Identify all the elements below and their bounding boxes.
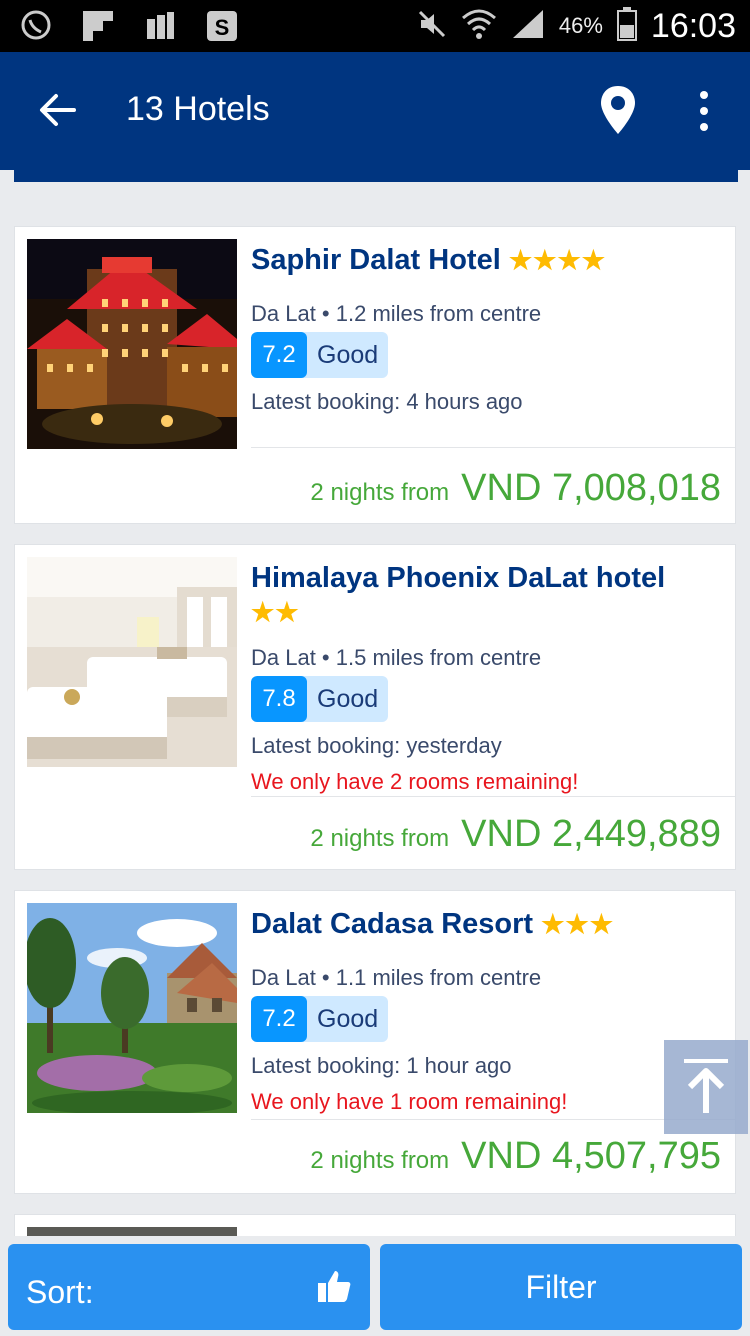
price-row: 2 nights from VND 2,449,889: [310, 813, 721, 856]
status-bar: S 46% 16:03: [0, 0, 750, 52]
divider: [251, 796, 735, 797]
battery-icon: [616, 6, 637, 46]
star-rating: ★★★★: [508, 245, 607, 275]
score-label: Good: [317, 684, 379, 713]
star-rating: ★★★: [541, 909, 615, 939]
back-arrow-icon[interactable]: [36, 88, 80, 132]
header-strip: [14, 170, 738, 182]
filter-button[interactable]: Filter: [380, 1244, 742, 1330]
battery-percent: 46%: [558, 13, 603, 38]
hotel-distance: Da Lat • 1.2 miles from centre: [251, 301, 542, 326]
hotel-photo[interactable]: [27, 557, 237, 767]
review-score: 7.2 Good: [251, 332, 389, 378]
price-prefix: 2 nights from: [310, 479, 450, 506]
hotel-photo[interactable]: [27, 903, 237, 1113]
latest-booking: Latest booking: 1 hour ago: [251, 1053, 512, 1078]
score-badge: 7.2: [251, 332, 307, 378]
price: VND 4,507,795: [461, 1135, 721, 1177]
score-label: Good: [317, 340, 379, 369]
skype-icon: S: [204, 8, 240, 44]
price-prefix: 2 nights from: [310, 1147, 450, 1174]
svg-text:S: S: [215, 15, 230, 40]
hotel-name[interactable]: Saphir Dalat Hotel ★★★★: [251, 243, 606, 277]
price: VND 2,449,889: [461, 813, 721, 855]
sort-label: Sort:: [26, 1274, 94, 1310]
review-score: 7.2 Good: [251, 996, 389, 1042]
map-pin-icon[interactable]: [598, 84, 638, 136]
hotel-distance: Da Lat • 1.1 miles from centre: [251, 965, 542, 990]
page-title: 13 Hotels: [126, 90, 270, 128]
thumbs-up-icon: [316, 1268, 352, 1304]
rooms-remaining-alert: We only have 1 room remaining!: [251, 1089, 568, 1114]
hotel-name[interactable]: Himalaya Phoenix DaLat hotel ★★: [251, 561, 665, 629]
viber-icon: [18, 8, 54, 44]
score-label: Good: [317, 1004, 379, 1033]
more-options-icon[interactable]: [690, 88, 718, 134]
app-bar: 13 Hotels: [0, 52, 750, 170]
arrow-up-icon: [684, 1059, 728, 1113]
sort-button[interactable]: Sort:: [8, 1244, 370, 1330]
clock: 16:03: [650, 6, 736, 45]
price-prefix: 2 nights from: [310, 825, 450, 852]
hotel-distance: Da Lat • 1.5 miles from centre: [251, 645, 542, 670]
star-rating: ★★: [251, 597, 300, 627]
divider: [251, 1119, 735, 1120]
scroll-to-top-button[interactable]: [664, 1040, 748, 1134]
score-badge: 7.8: [251, 676, 307, 722]
signal-icon: [511, 8, 545, 45]
price-row: 2 nights from VND 4,507,795: [310, 1135, 721, 1178]
hotel-card-cadasa[interactable]: Dalat Cadasa Resort ★★★ Da Lat • 1.1 mil…: [14, 890, 736, 1194]
divider: [251, 447, 735, 448]
books-icon: [142, 8, 178, 44]
score-badge: 7.2: [251, 996, 307, 1042]
hotel-card-saphir[interactable]: Saphir Dalat Hotel ★★★★ Da Lat • 1.2 mil…: [14, 226, 736, 524]
latest-booking: Latest booking: yesterday: [251, 733, 502, 758]
review-score: 7.8 Good: [251, 676, 389, 722]
hotel-card-himalaya[interactable]: Himalaya Phoenix DaLat hotel ★★ Da Lat • …: [14, 544, 736, 870]
mute-icon: [417, 9, 447, 44]
bottom-action-bar: Sort: Filter: [0, 1236, 750, 1336]
flipboard-icon: [80, 8, 116, 44]
latest-booking: Latest booking: 4 hours ago: [251, 389, 523, 414]
price: VND 7,008,018: [461, 467, 721, 509]
price-row: 2 nights from VND 7,008,018: [310, 467, 721, 510]
hotel-name[interactable]: Dalat Cadasa Resort ★★★: [251, 907, 614, 941]
rooms-remaining-alert: We only have 2 rooms remaining!: [251, 769, 579, 794]
wifi-icon: [461, 8, 497, 45]
hotel-photo[interactable]: [27, 239, 237, 449]
